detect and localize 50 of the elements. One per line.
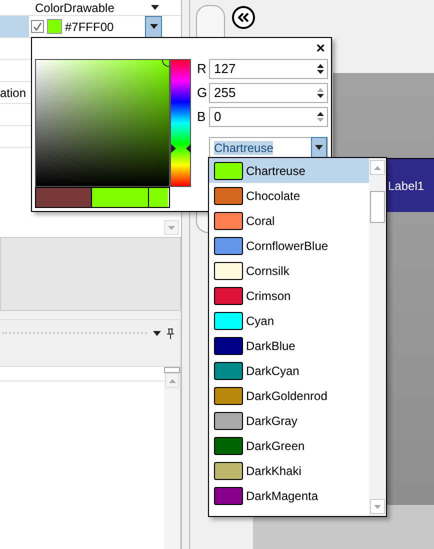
up-arrow-icon[interactable] bbox=[317, 64, 324, 68]
color-option[interactable]: CornflowerBlue bbox=[209, 233, 369, 258]
color-option[interactable]: DarkKhaki bbox=[209, 458, 369, 483]
down-arrow-icon[interactable] bbox=[317, 94, 324, 98]
color-value: #7FFF00 bbox=[65, 18, 115, 36]
color-option[interactable]: DarkCyan bbox=[209, 358, 369, 383]
color-option[interactable]: DarkGray bbox=[209, 408, 369, 433]
scroll-up-button[interactable] bbox=[165, 373, 179, 388]
property-label: ation bbox=[0, 84, 26, 102]
check-icon bbox=[33, 22, 42, 31]
color-option[interactable]: Crimson bbox=[209, 283, 369, 308]
color-option[interactable]: DarkBlue bbox=[209, 333, 369, 358]
hue-slider[interactable] bbox=[170, 59, 191, 187]
channel-label: R bbox=[197, 60, 206, 78]
up-arrow-icon[interactable] bbox=[317, 112, 324, 116]
scrollbar[interactable] bbox=[164, 367, 181, 549]
color-option[interactable]: Coral bbox=[209, 208, 369, 233]
collapse-button[interactable] bbox=[232, 6, 255, 29]
dropdown-button[interactable] bbox=[145, 16, 162, 38]
checkbox[interactable] bbox=[31, 20, 44, 33]
scroll-thumb[interactable] bbox=[164, 367, 180, 373]
caret-icon bbox=[151, 5, 159, 10]
scroll-thumb[interactable] bbox=[370, 191, 385, 223]
caret-icon bbox=[150, 24, 158, 29]
spin-field[interactable]: 127 bbox=[209, 59, 328, 79]
channel-label: B bbox=[197, 108, 206, 126]
pin-icon[interactable] bbox=[167, 328, 174, 338]
caret-icon bbox=[315, 145, 323, 150]
property-value: ColorDrawable bbox=[35, 2, 116, 14]
double-chevron-icon bbox=[238, 13, 249, 22]
slider-handle-icon[interactable] bbox=[171, 144, 191, 154]
caret-icon bbox=[153, 330, 161, 336]
color-option[interactable]: Chocolate bbox=[209, 183, 369, 208]
color-option[interactable]: DarkMagenta bbox=[209, 483, 369, 508]
property-name-cell[interactable] bbox=[0, 16, 29, 37]
color-option[interactable]: Cornsilk bbox=[209, 258, 369, 283]
close-button[interactable]: × bbox=[316, 41, 325, 56]
color-option[interactable]: Cyan bbox=[209, 308, 369, 333]
picker-handle[interactable] bbox=[162, 60, 169, 67]
down-arrow-icon[interactable] bbox=[317, 70, 324, 74]
color-option[interactable]: DarkGoldenrod bbox=[209, 383, 369, 408]
color-field[interactable] bbox=[35, 59, 170, 187]
color-option[interactable]: Chartreuse bbox=[209, 158, 369, 183]
spin-field[interactable]: 255 bbox=[209, 83, 328, 103]
scroll-down-button[interactable] bbox=[164, 220, 179, 235]
spin-field[interactable]: 0 bbox=[209, 107, 328, 127]
color-option[interactable]: DarkGreen bbox=[209, 433, 369, 458]
channel-label: G bbox=[197, 84, 206, 102]
label-text: Label1 bbox=[388, 178, 424, 194]
scrollbar[interactable] bbox=[369, 158, 386, 516]
